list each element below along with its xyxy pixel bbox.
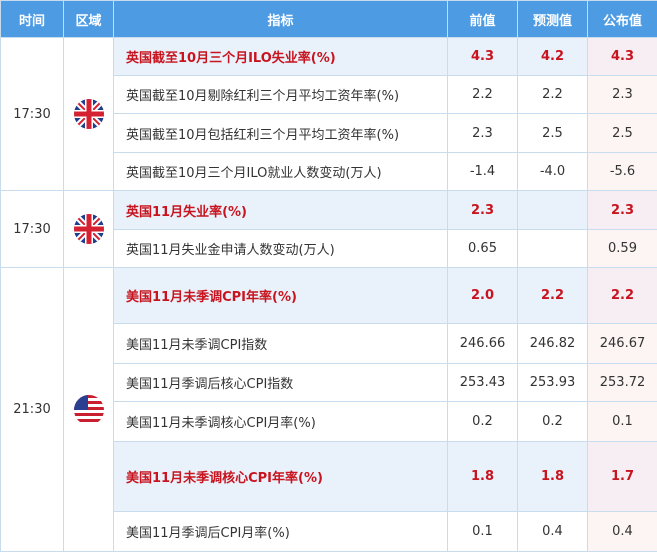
indicator-name[interactable]: 英国11月失业率(%) — [114, 191, 448, 230]
indicator-name[interactable]: 美国11月未季调核心CPI年率(%) — [114, 442, 448, 512]
previous-value: 0.65 — [448, 230, 518, 268]
indicator-name[interactable]: 美国11月未季调CPI年率(%) — [114, 268, 448, 324]
forecast-value: 2.2 — [518, 76, 588, 114]
indicator-name[interactable]: 美国11月未季调CPI指数 — [114, 324, 448, 364]
forecast-value — [518, 191, 588, 230]
actual-value: -5.6 — [588, 153, 657, 191]
region-cell — [64, 191, 114, 268]
indicator-name[interactable]: 英国截至10月三个月ILO就业人数变动(万人) — [114, 153, 448, 191]
indicator-name[interactable]: 英国截至10月剔除红利三个月平均工资年率(%) — [114, 76, 448, 114]
indicator-name[interactable]: 英国11月失业金申请人数变动(万人) — [114, 230, 448, 268]
region-cell — [64, 38, 114, 191]
indicator-name[interactable]: 美国11月季调后核心CPI指数 — [114, 364, 448, 402]
forecast-value: 253.93 — [518, 364, 588, 402]
previous-value: 0.1 — [448, 512, 518, 552]
actual-value: 246.67 — [588, 324, 657, 364]
actual-value: 2.3 — [588, 191, 657, 230]
actual-value: 2.2 — [588, 268, 657, 324]
actual-value: 2.5 — [588, 114, 657, 153]
col-header-forecast: 预测值 — [518, 1, 588, 38]
release-time: 17:30 — [1, 191, 64, 268]
forecast-value: 2.5 — [518, 114, 588, 153]
table-row: 21:30美国11月未季调CPI年率(%)2.02.22.2 — [1, 268, 657, 324]
previous-value: 2.3 — [448, 114, 518, 153]
previous-value: 0.2 — [448, 402, 518, 442]
actual-value: 0.4 — [588, 512, 657, 552]
forecast-value: 246.82 — [518, 324, 588, 364]
col-header-time: 时间 — [1, 1, 64, 38]
previous-value: 2.0 — [448, 268, 518, 324]
forecast-value: 1.8 — [518, 442, 588, 512]
uk-flag-icon — [74, 99, 104, 129]
previous-value: 4.3 — [448, 38, 518, 76]
previous-value: 253.43 — [448, 364, 518, 402]
region-cell — [64, 268, 114, 552]
previous-value: -1.4 — [448, 153, 518, 191]
release-time: 17:30 — [1, 38, 64, 191]
table-header-row: 时间 区域 指标 前值 预测值 公布值 — [1, 1, 657, 38]
forecast-value: 4.2 — [518, 38, 588, 76]
forecast-value: 2.2 — [518, 268, 588, 324]
actual-value: 1.7 — [588, 442, 657, 512]
actual-value: 253.72 — [588, 364, 657, 402]
table-row: 17:30英国11月失业率(%)2.32.3 — [1, 191, 657, 230]
actual-value: 0.1 — [588, 402, 657, 442]
indicator-name[interactable]: 美国11月季调后CPI月率(%) — [114, 512, 448, 552]
forecast-value — [518, 230, 588, 268]
table-row: 17:30英国截至10月三个月ILO失业率(%)4.34.24.3 — [1, 38, 657, 76]
economic-calendar-table: 时间 区域 指标 前值 预测值 公布值 17:30英国截至10月三个月ILO失业… — [0, 0, 657, 552]
previous-value: 246.66 — [448, 324, 518, 364]
forecast-value: 0.2 — [518, 402, 588, 442]
indicator-name[interactable]: 英国截至10月包括红利三个月平均工资年率(%) — [114, 114, 448, 153]
previous-value: 2.3 — [448, 191, 518, 230]
col-header-previous: 前值 — [448, 1, 518, 38]
previous-value: 2.2 — [448, 76, 518, 114]
actual-value: 0.59 — [588, 230, 657, 268]
indicator-name[interactable]: 美国11月未季调核心CPI月率(%) — [114, 402, 448, 442]
actual-value: 2.3 — [588, 76, 657, 114]
col-header-actual: 公布值 — [588, 1, 657, 38]
col-header-indicator: 指标 — [114, 1, 448, 38]
uk-flag-icon — [74, 214, 104, 244]
actual-value: 4.3 — [588, 38, 657, 76]
forecast-value: -4.0 — [518, 153, 588, 191]
release-time: 21:30 — [1, 268, 64, 552]
col-header-region: 区域 — [64, 1, 114, 38]
previous-value: 1.8 — [448, 442, 518, 512]
forecast-value: 0.4 — [518, 512, 588, 552]
indicator-name[interactable]: 英国截至10月三个月ILO失业率(%) — [114, 38, 448, 76]
us-flag-icon — [74, 395, 104, 425]
